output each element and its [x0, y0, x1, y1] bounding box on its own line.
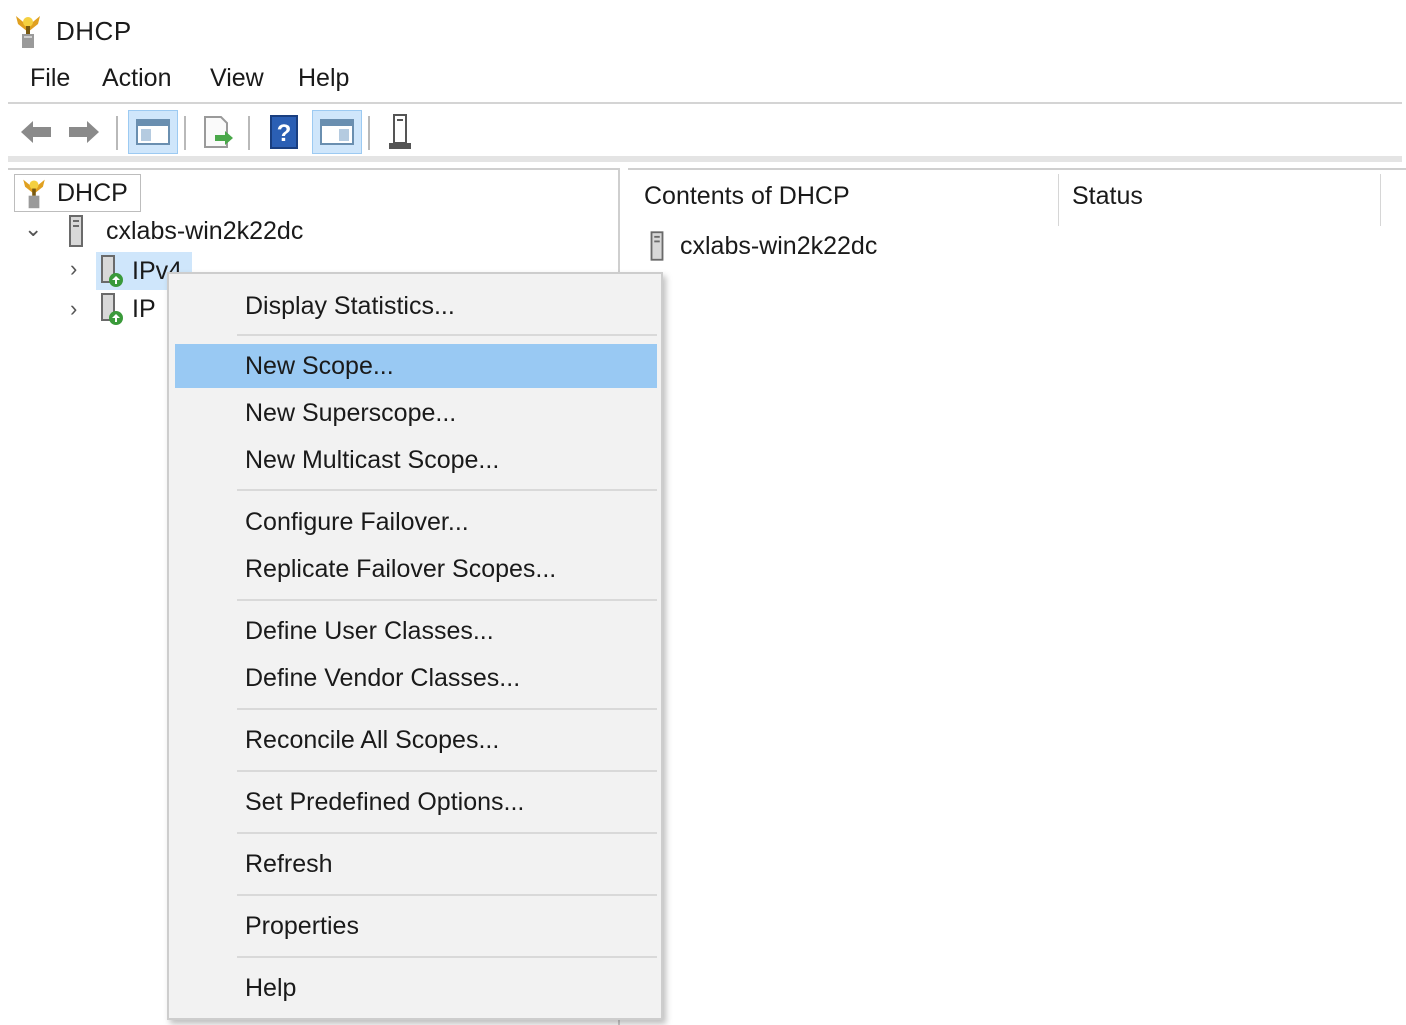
tree-label-dhcp: DHCP [57, 178, 128, 207]
menu-item-properties[interactable]: Properties [175, 904, 657, 948]
ipv6-icon [101, 293, 123, 325]
menu-item-define-user-classes[interactable]: Define User Classes... [175, 609, 657, 653]
menu-item-label: Help [245, 974, 297, 1002]
chevron-right-icon[interactable]: › [70, 296, 77, 322]
export-list-button[interactable] [194, 110, 242, 154]
toolbar: ? [0, 106, 1406, 156]
menu-separator [237, 956, 657, 958]
show-hide-console-tree-icon [136, 119, 170, 145]
menu-item-define-vendor-classes[interactable]: Define Vendor Classes... [175, 656, 657, 700]
details-pane: Contents of DHCP Status cxlabs-win2k22dc [628, 168, 1406, 1025]
server-icon [650, 231, 664, 261]
menu-action[interactable]: Action [102, 64, 171, 93]
export-list-icon [204, 116, 233, 148]
help-button[interactable]: ? [262, 110, 306, 154]
toolbar-divider [8, 156, 1402, 162]
toolbar-separator [116, 116, 118, 150]
menu-separator [237, 832, 657, 834]
dhcp-icon [23, 179, 45, 209]
menu-separator [237, 894, 657, 896]
menu-item-configure-failover[interactable]: Configure Failover... [175, 500, 657, 544]
menu-item-label: Refresh [245, 850, 333, 878]
column-header-status[interactable]: Status [1072, 182, 1143, 211]
menu-item-label: Set Predefined Options... [245, 788, 525, 816]
menu-item-display-statistics[interactable]: Display Statistics... [175, 284, 657, 328]
back-icon [21, 121, 51, 143]
menu-item-label: Configure Failover... [245, 508, 469, 536]
tree-label-ipv6: IP [132, 294, 156, 323]
menu-item-new-superscope[interactable]: New Superscope... [175, 391, 657, 435]
menu-item-label: New Multicast Scope... [245, 446, 500, 474]
menu-divider [8, 102, 1402, 104]
menu-file[interactable]: File [30, 64, 70, 93]
show-hide-console-tree-button[interactable] [128, 110, 178, 154]
menu-separator [237, 334, 657, 336]
menu-item-help[interactable]: Help [175, 966, 657, 1010]
menu-separator [237, 708, 657, 710]
tree-node-ipv6[interactable]: IP [96, 290, 162, 328]
toolbar-separator [248, 116, 250, 150]
show-hide-action-pane-icon [320, 119, 354, 145]
server-status-button[interactable] [378, 110, 422, 154]
chevron-down-icon[interactable]: ⌄ [24, 216, 42, 242]
menu-item-label: Replicate Failover Scopes... [245, 555, 557, 583]
menu-help[interactable]: Help [298, 64, 349, 93]
menu-item-new-multicast-scope[interactable]: New Multicast Scope... [175, 438, 657, 482]
back-button[interactable] [16, 110, 56, 154]
menu-separator [237, 599, 657, 601]
menu-item-label: Define User Classes... [245, 617, 494, 645]
forward-button[interactable] [64, 110, 104, 154]
menu-item-label: Reconcile All Scopes... [245, 726, 500, 754]
list-item[interactable]: cxlabs-win2k22dc [646, 228, 877, 264]
menu-item-label: Define Vendor Classes... [245, 664, 521, 692]
menu-item-label: Display Statistics... [245, 292, 455, 320]
menu-item-set-predefined-options[interactable]: Set Predefined Options... [175, 780, 657, 824]
ipv4-icon [101, 255, 123, 287]
dhcp-app-icon [16, 16, 40, 48]
toolbar-separator [184, 116, 186, 150]
svg-text:?: ? [277, 120, 292, 147]
show-hide-action-pane-button[interactable] [312, 110, 362, 154]
column-separator[interactable] [1380, 174, 1381, 226]
tree-node-server[interactable]: cxlabs-win2k22dc [64, 212, 309, 250]
menu-item-reconcile-all-scopes[interactable]: Reconcile All Scopes... [175, 718, 657, 762]
column-header-contents[interactable]: Contents of DHCP [644, 182, 850, 211]
help-icon: ? [270, 115, 298, 149]
menu-item-replicate-failover-scopes[interactable]: Replicate Failover Scopes... [175, 547, 657, 591]
context-menu: Display Statistics... New Scope... New S… [167, 272, 663, 1020]
chevron-right-icon[interactable]: › [70, 256, 77, 282]
window-title: DHCP [56, 16, 132, 46]
menu-separator [237, 770, 657, 772]
server-icon [389, 114, 411, 149]
forward-icon [69, 121, 99, 143]
list-item-name: cxlabs-win2k22dc [680, 231, 878, 260]
menu-item-refresh[interactable]: Refresh [175, 842, 657, 886]
toolbar-separator [368, 116, 370, 150]
title-bar: DHCP [0, 0, 1406, 58]
menu-bar: File Action View Help [0, 60, 1406, 102]
menu-item-label: New Scope... [245, 352, 394, 380]
menu-view[interactable]: View [210, 64, 264, 93]
menu-item-new-scope[interactable]: New Scope... [175, 344, 657, 388]
server-icon [69, 215, 83, 247]
tree-label-server: cxlabs-win2k22dc [106, 216, 304, 245]
menu-item-label: New Superscope... [245, 399, 457, 427]
menu-separator [237, 489, 657, 491]
tree-node-dhcp-root[interactable]: DHCP [14, 174, 141, 212]
column-separator[interactable] [1058, 174, 1059, 226]
menu-item-label: Properties [245, 912, 359, 940]
